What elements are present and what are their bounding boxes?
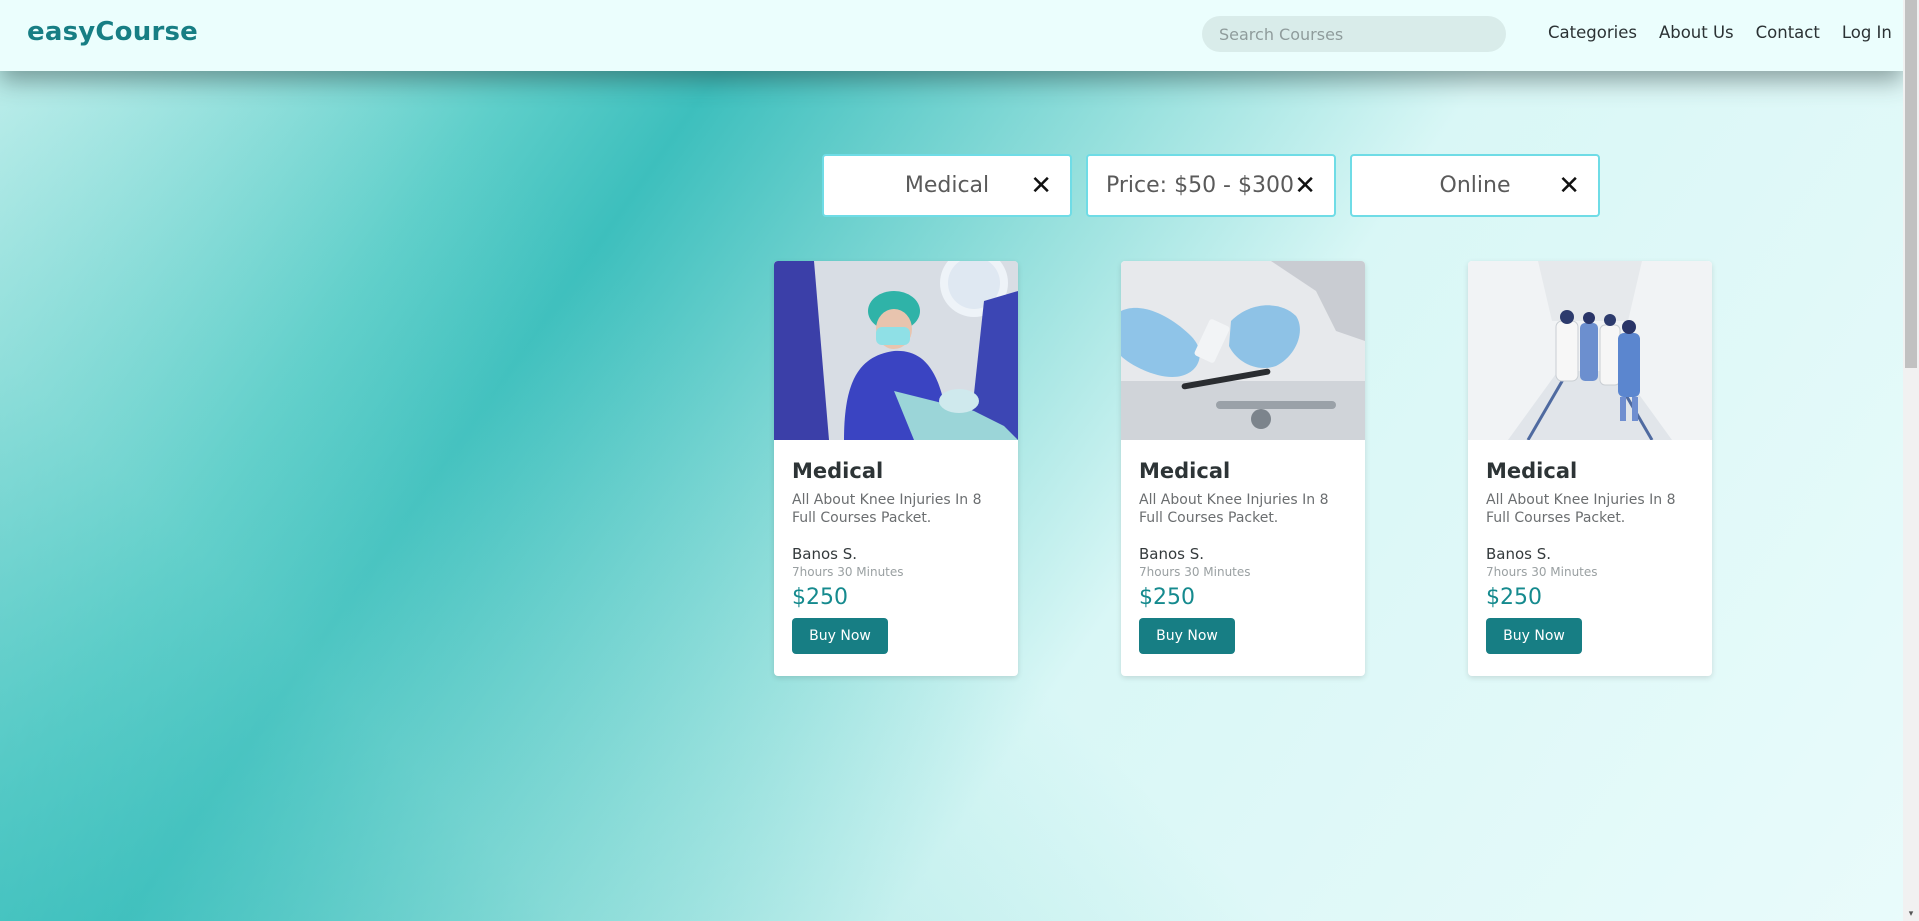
site-header: easyCourse Categories About Us Contact L… (0, 0, 1903, 71)
course-duration: 7hours 30 Minutes (1139, 565, 1251, 579)
course-description: All About Knee Injuries In 8 Full Course… (1486, 492, 1676, 526)
course-author: Banos S. (1139, 545, 1205, 563)
nav-contact[interactable]: Contact (1756, 23, 1820, 42)
main-nav: Categories About Us Contact Log In (1548, 23, 1892, 42)
course-image-hallway (1468, 261, 1712, 440)
vertical-scrollbar[interactable]: ▾ (1903, 0, 1919, 921)
buy-now-button[interactable]: Buy Now (1139, 618, 1235, 654)
close-icon[interactable]: ✕ (1030, 173, 1052, 199)
course-image-vial (1121, 261, 1365, 440)
site-logo[interactable]: easyCourse (27, 17, 198, 47)
course-duration: 7hours 30 Minutes (1486, 565, 1598, 579)
surgeon-image (774, 261, 1018, 440)
hallway-image (1468, 261, 1712, 440)
course-price: $250 (1486, 585, 1542, 610)
course-price: $250 (792, 585, 848, 610)
nav-categories[interactable]: Categories (1548, 23, 1637, 42)
course-title: Medical (1486, 459, 1578, 483)
filter-chip-category: Medical ✕ (822, 154, 1072, 217)
course-card[interactable]: Medical All About Knee Injuries In 8 Ful… (774, 261, 1018, 676)
course-description: All About Knee Injuries In 8 Full Course… (1139, 492, 1329, 526)
course-image-surgeon (774, 261, 1018, 440)
buy-now-button[interactable]: Buy Now (792, 618, 888, 654)
course-card[interactable]: Medical All About Knee Injuries In 8 Ful… (1468, 261, 1712, 676)
course-title: Medical (792, 459, 884, 483)
course-duration: 7hours 30 Minutes (792, 565, 904, 579)
close-icon[interactable]: ✕ (1294, 173, 1316, 199)
search-input[interactable] (1202, 16, 1506, 52)
course-description: All About Knee Injuries In 8 Full Course… (792, 492, 982, 526)
close-icon[interactable]: ✕ (1558, 173, 1580, 199)
filter-chip-online: Online ✕ (1350, 154, 1600, 217)
course-card[interactable]: Medical All About Knee Injuries In 8 Ful… (1121, 261, 1365, 676)
nav-log-in[interactable]: Log In (1842, 23, 1892, 42)
scroll-down-icon[interactable]: ▾ (1907, 910, 1915, 919)
course-price: $250 (1139, 585, 1195, 610)
scrollbar-thumb[interactable] (1905, 0, 1917, 368)
filter-chip-price: Price: $50 - $300 ✕ (1086, 154, 1336, 217)
course-author: Banos S. (792, 545, 858, 563)
course-title: Medical (1139, 459, 1231, 483)
vial-image (1121, 261, 1365, 440)
course-author: Banos S. (1486, 545, 1552, 563)
buy-now-button[interactable]: Buy Now (1486, 618, 1582, 654)
nav-about-us[interactable]: About Us (1659, 23, 1734, 42)
